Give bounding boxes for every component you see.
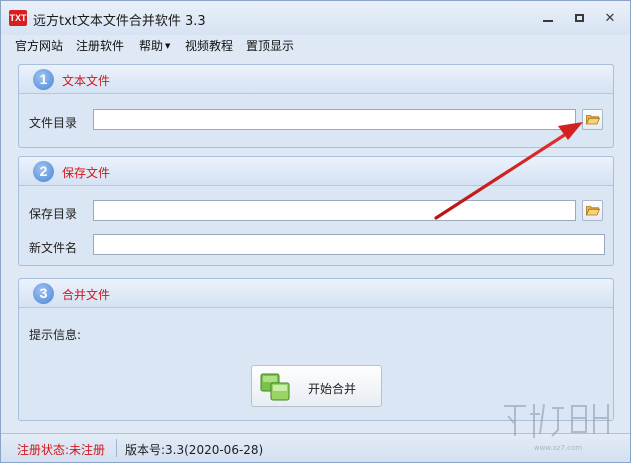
menu-always-on-top[interactable]: 置顶显示 bbox=[246, 37, 294, 54]
dropdown-caret-icon: ▼ bbox=[165, 42, 171, 50]
status-bar: 注册状态:未注册 版本号:3.3(2020-06-28) bbox=[1, 433, 630, 462]
folder-open-icon bbox=[586, 115, 600, 125]
browse-save-dir-button[interactable] bbox=[582, 200, 603, 221]
panel-text-files: 1 文本文件 文件目录 bbox=[18, 64, 614, 148]
maximize-icon bbox=[574, 14, 584, 22]
window-title: 远方txt文本文件合并软件 3.3 bbox=[33, 14, 206, 29]
start-merge-button[interactable]: 开始合并 bbox=[251, 365, 382, 407]
step-number-badge: 2 bbox=[33, 161, 54, 182]
app-window: TXT 远方txt文本文件合并软件 3.3 ✕ 官方网站 注册软件 帮助 ▼ 视频… bbox=[0, 0, 631, 463]
panel-merge: 3 合并文件 提示信息: 开始合并 bbox=[18, 278, 614, 421]
step-number-badge: 1 bbox=[33, 69, 54, 90]
status-divider bbox=[116, 439, 117, 457]
panel-header: 2 保存文件 bbox=[19, 157, 613, 186]
browse-file-dir-button[interactable] bbox=[582, 109, 603, 130]
panel-save-file: 2 保存文件 保存目录 新文件名 bbox=[18, 156, 614, 266]
menu-official-site[interactable]: 官方网站 bbox=[15, 37, 63, 54]
maximize-button[interactable] bbox=[568, 9, 590, 27]
close-button[interactable]: ✕ bbox=[599, 9, 621, 27]
close-icon: ✕ bbox=[604, 10, 616, 26]
minimize-button[interactable] bbox=[537, 9, 559, 27]
menu-help[interactable]: 帮助 ▼ bbox=[139, 37, 170, 54]
panel-title: 文本文件 bbox=[62, 74, 111, 88]
new-file-name-input[interactable] bbox=[93, 234, 605, 255]
panel-title: 保存文件 bbox=[62, 166, 111, 180]
folder-open-icon bbox=[586, 206, 600, 216]
registration-status: 注册状态:未注册 bbox=[17, 443, 106, 457]
panel-header: 3 合并文件 bbox=[19, 279, 613, 308]
title-bar[interactable]: TXT 远方txt文本文件合并软件 3.3 ✕ bbox=[1, 1, 630, 35]
panel-header: 1 文本文件 bbox=[19, 65, 613, 94]
menu-register[interactable]: 注册软件 bbox=[76, 37, 124, 54]
panel-title: 合并文件 bbox=[62, 288, 111, 302]
save-dir-label: 保存目录 bbox=[29, 207, 78, 221]
menu-video-tutorial[interactable]: 视频教程 bbox=[185, 37, 233, 54]
menu-bar: 官方网站 注册软件 帮助 ▼ 视频教程 置顶显示 bbox=[1, 35, 630, 55]
new-file-name-label: 新文件名 bbox=[29, 241, 78, 255]
app-logo-icon: TXT bbox=[9, 10, 27, 26]
minimize-icon bbox=[543, 20, 553, 22]
file-dir-input[interactable] bbox=[93, 109, 576, 130]
start-merge-label: 开始合并 bbox=[308, 382, 357, 396]
save-dir-input[interactable] bbox=[93, 200, 576, 221]
merge-icon bbox=[260, 373, 290, 401]
version-info: 版本号:3.3(2020-06-28) bbox=[125, 443, 264, 457]
file-dir-label: 文件目录 bbox=[29, 116, 78, 130]
step-number-badge: 3 bbox=[33, 283, 54, 304]
info-label: 提示信息: bbox=[29, 328, 82, 342]
